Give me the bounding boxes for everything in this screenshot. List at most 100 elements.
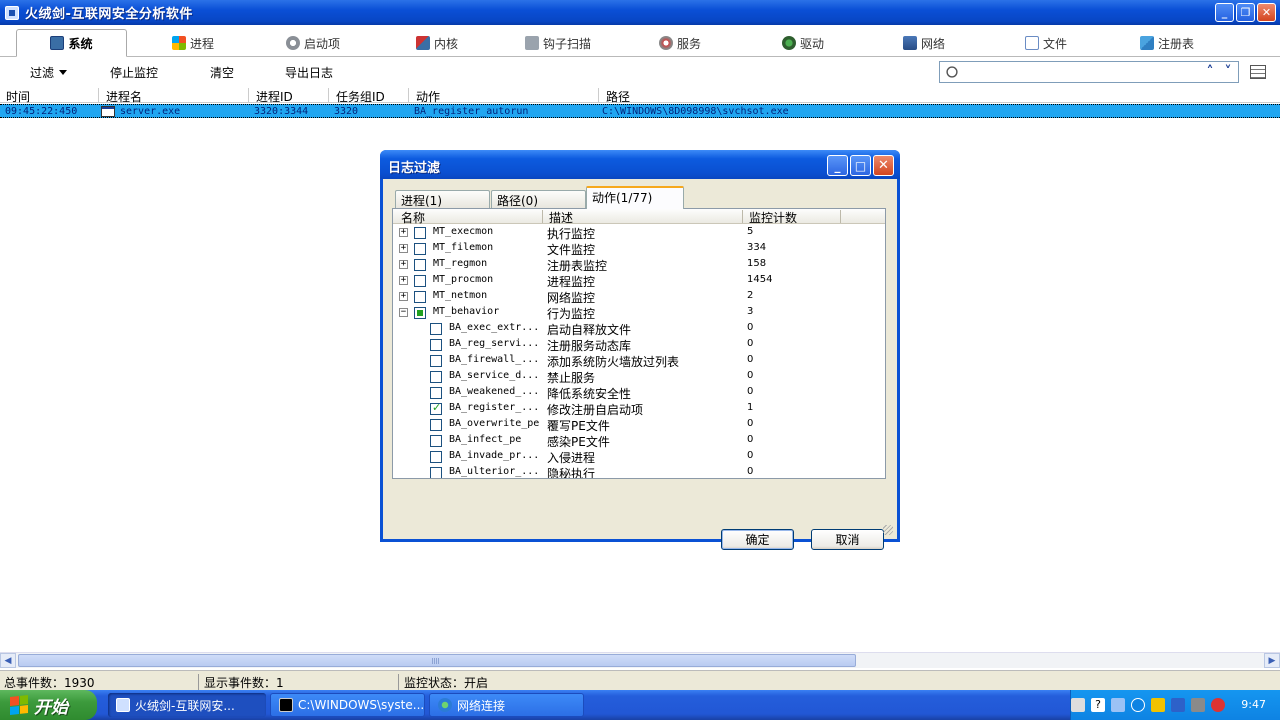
- tab-hook-scan[interactable]: 钩子扫描: [525, 29, 591, 57]
- taskbar-item-cmd[interactable]: C:\WINDOWS\syste...: [270, 693, 425, 717]
- column-divider[interactable]: [328, 88, 329, 103]
- tab-network[interactable]: 网络: [903, 29, 945, 57]
- tab-process[interactable]: 进程: [172, 29, 214, 57]
- tab-kernel[interactable]: 内核: [416, 29, 458, 57]
- column-settings-icon[interactable]: [1250, 65, 1266, 79]
- expand-icon[interactable]: +: [399, 260, 408, 269]
- clear-button[interactable]: 清空: [210, 64, 234, 81]
- column-divider[interactable]: [542, 210, 543, 223]
- dialog-close-button[interactable]: ✕: [873, 155, 894, 176]
- scroll-thumb[interactable]: [18, 654, 856, 667]
- cancel-button[interactable]: 取消: [811, 529, 884, 550]
- tree-row[interactable]: BA_ulterior_... 隐秘执行 0: [393, 465, 885, 478]
- expand-icon[interactable]: +: [399, 244, 408, 253]
- bluetooth-icon[interactable]: [1171, 698, 1185, 712]
- tree-row[interactable]: + MT_filemon 文件监控 334: [393, 241, 885, 257]
- col-name[interactable]: 名称: [401, 209, 425, 226]
- tab-service[interactable]: 服务: [659, 29, 701, 57]
- row-checkbox[interactable]: [430, 387, 442, 399]
- expand-icon[interactable]: +: [399, 228, 408, 237]
- dialog-minimize-button[interactable]: _: [827, 155, 848, 176]
- row-checkbox[interactable]: [430, 419, 442, 431]
- row-checkbox[interactable]: [414, 227, 426, 239]
- start-button[interactable]: 开始: [0, 690, 97, 720]
- tree-row[interactable]: BA_service_d... 禁止服务 0: [393, 369, 885, 385]
- tab-registry[interactable]: 注册表: [1140, 29, 1194, 57]
- row-checkbox[interactable]: [414, 275, 426, 287]
- col-path[interactable]: 路径: [606, 88, 630, 105]
- expand-icon[interactable]: +: [399, 292, 408, 301]
- col-group-id[interactable]: 任务组ID: [336, 88, 385, 105]
- ok-button[interactable]: 确定: [721, 529, 794, 550]
- row-checkbox[interactable]: [430, 467, 442, 478]
- row-checkbox[interactable]: [430, 339, 442, 351]
- column-divider[interactable]: [742, 210, 743, 223]
- column-divider[interactable]: [98, 88, 99, 103]
- scroll-right-icon[interactable]: ▶: [1264, 653, 1280, 668]
- tab-startup[interactable]: 启动项: [286, 29, 340, 57]
- horizontal-scrollbar[interactable]: ◀ ▶: [0, 652, 1280, 668]
- col-pid[interactable]: 进程ID: [256, 88, 293, 105]
- filter-dropdown[interactable]: 过滤: [30, 64, 68, 81]
- security-alert-icon[interactable]: [1211, 698, 1225, 712]
- tree-row[interactable]: BA_register_... 修改注册自启动项 1: [393, 401, 885, 417]
- table-row[interactable]: 09:45:22:450 server.exe 3320:3344 3320 B…: [0, 104, 1280, 118]
- collapse-tray-icon[interactable]: [1131, 698, 1145, 712]
- row-checkbox[interactable]: [430, 435, 442, 447]
- tree-row[interactable]: + MT_regmon 注册表监控 158: [393, 257, 885, 273]
- row-checkbox[interactable]: [414, 243, 426, 255]
- shield-icon[interactable]: [1151, 698, 1165, 712]
- input-method-icon[interactable]: [1111, 698, 1125, 712]
- row-checkbox[interactable]: [430, 401, 442, 415]
- resize-grip-icon[interactable]: [883, 525, 893, 535]
- keyboard-icon[interactable]: [1071, 698, 1085, 712]
- tab-process-filter[interactable]: 进程(1): [395, 190, 490, 208]
- tree-row[interactable]: BA_reg_servi... 注册服务动态库 0: [393, 337, 885, 353]
- search-input[interactable]: [962, 63, 1192, 81]
- column-divider[interactable]: [598, 88, 599, 103]
- row-checkbox[interactable]: [414, 259, 426, 271]
- close-button[interactable]: ✕: [1257, 3, 1276, 22]
- scroll-left-icon[interactable]: ◀: [0, 653, 16, 668]
- tree-row[interactable]: BA_overwrite_pe 覆写PE文件 0: [393, 417, 885, 433]
- col-description[interactable]: 描述: [549, 209, 573, 226]
- taskbar-item-network[interactable]: 网络连接: [429, 693, 584, 717]
- tree-row[interactable]: + MT_netmon 网络监控 2: [393, 289, 885, 305]
- export-log-button[interactable]: 导出日志: [285, 64, 333, 81]
- tree-row[interactable]: BA_weakened_... 降低系统安全性 0: [393, 385, 885, 401]
- col-time[interactable]: 时间: [6, 88, 30, 105]
- taskbar-item-huorong[interactable]: 火绒剑-互联网安...: [108, 693, 266, 717]
- tab-path-filter[interactable]: 路径(0): [491, 190, 586, 208]
- column-divider[interactable]: [408, 88, 409, 103]
- tab-file[interactable]: 文件: [1025, 29, 1067, 57]
- tree-row[interactable]: + MT_execmon 执行监控 5: [393, 225, 885, 241]
- tree-row[interactable]: + MT_procmon 进程监控 1454: [393, 273, 885, 289]
- row-checkbox[interactable]: [430, 355, 442, 367]
- row-checkbox[interactable]: [414, 307, 426, 319]
- maximize-button[interactable]: ❐: [1236, 3, 1255, 22]
- tree-row[interactable]: BA_invade_pr... 入侵进程 0: [393, 449, 885, 465]
- stop-monitor-button[interactable]: 停止监控: [110, 64, 158, 81]
- tree-row[interactable]: − MT_behavior 行为监控 3: [393, 305, 885, 321]
- tab-action-filter[interactable]: 动作(1/77): [586, 186, 684, 209]
- dialog-maximize-button[interactable]: □: [850, 155, 871, 176]
- help-icon[interactable]: ?: [1091, 698, 1105, 712]
- col-process[interactable]: 进程名: [106, 88, 142, 105]
- row-checkbox[interactable]: [430, 323, 442, 335]
- tree-row[interactable]: BA_firewall_... 添加系统防火墙放过列表 0: [393, 353, 885, 369]
- collapse-icon[interactable]: −: [399, 308, 408, 317]
- tree-row[interactable]: BA_infect_pe 感染PE文件 0: [393, 433, 885, 449]
- row-checkbox[interactable]: [430, 451, 442, 463]
- minimize-button[interactable]: _: [1215, 3, 1234, 22]
- col-count[interactable]: 监控计数: [749, 209, 797, 226]
- vmware-icon[interactable]: [1191, 698, 1205, 712]
- tab-system[interactable]: 系统: [16, 29, 127, 57]
- search-next-icon[interactable]: ˅: [1220, 64, 1236, 80]
- column-divider[interactable]: [840, 210, 841, 223]
- tree-row[interactable]: BA_exec_extr... 启动自释放文件 0: [393, 321, 885, 337]
- col-action[interactable]: 动作: [416, 88, 440, 105]
- expand-icon[interactable]: +: [399, 276, 408, 285]
- search-prev-icon[interactable]: ˄: [1202, 64, 1218, 80]
- tab-driver[interactable]: 驱动: [782, 29, 824, 57]
- column-divider[interactable]: [248, 88, 249, 103]
